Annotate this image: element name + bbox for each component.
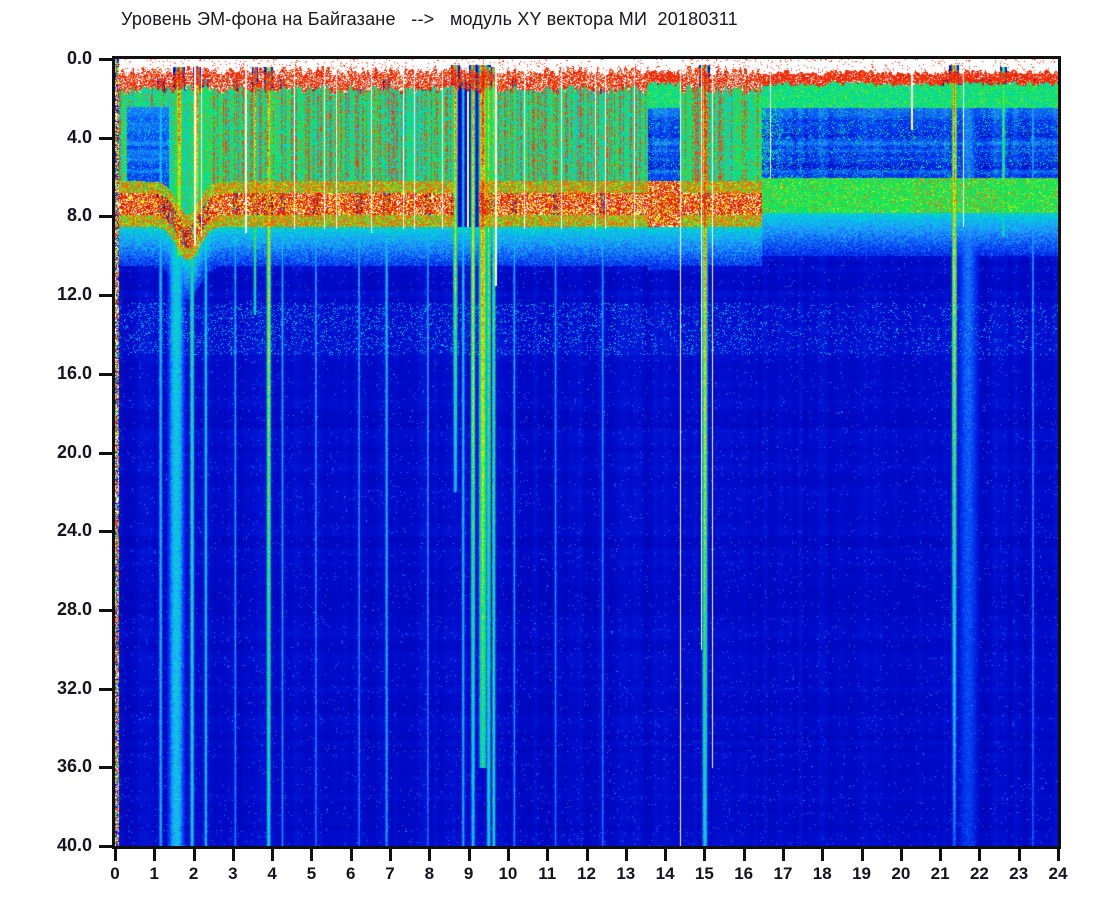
x-axis-tick <box>310 849 314 861</box>
x-axis-tick-label: 23 <box>1009 864 1029 883</box>
y-axis-tick <box>99 58 112 61</box>
x-axis-tick-label: 19 <box>852 864 871 883</box>
x-axis-tick <box>506 849 510 861</box>
x-axis-tick-label: 4 <box>267 864 277 883</box>
x-axis-tick-label: 8 <box>424 864 435 883</box>
x-axis-tick <box>546 849 550 861</box>
y-axis-tick <box>99 215 112 219</box>
x-axis-tick-label: 21 <box>930 864 950 883</box>
x-axis-tick-label: 3 <box>228 864 238 883</box>
x-axis-tick-label: 2 <box>188 864 199 883</box>
x-axis-tick <box>664 849 668 861</box>
y-axis-tick-label: 36.0 <box>56 756 92 777</box>
x-axis-tick <box>467 849 471 861</box>
x-axis-tick-label: 13 <box>616 864 636 883</box>
x-axis-tick <box>1057 849 1060 861</box>
y-axis-tick-label: 28.0 <box>56 598 92 619</box>
y-axis-tick <box>99 608 112 612</box>
x-axis-tick <box>781 849 785 861</box>
x-axis-tick <box>899 849 903 861</box>
x-axis-tick-label: 16 <box>734 864 754 883</box>
x-axis-tick <box>349 849 353 861</box>
x-axis-tick <box>742 849 746 861</box>
y-axis-tick-label: 16.0 <box>56 362 92 383</box>
em-background-spectrogram-page: Уровень ЭМ-фона на Байгазане --> модуль … <box>0 0 1096 900</box>
x-axis-tick-label: 11 <box>538 864 557 883</box>
x-axis-tick-label: 6 <box>346 864 356 883</box>
x-axis-tick <box>153 849 157 861</box>
x-axis-tick <box>939 849 943 861</box>
x-axis-tick-label: 12 <box>577 864 596 883</box>
y-axis-tick <box>99 766 112 770</box>
x-axis-tick <box>389 849 393 861</box>
x-axis-tick-label: 14 <box>655 864 675 883</box>
y-axis-tick <box>99 372 112 376</box>
x-axis-tick-label: 20 <box>891 864 911 883</box>
y-axis-tick-label: 12.0 <box>56 284 92 305</box>
plot-frame <box>112 56 1061 849</box>
x-axis-tick-label: 24 <box>1048 864 1068 883</box>
y-axis-tick <box>99 294 112 298</box>
x-axis-tick <box>821 849 825 861</box>
x-axis-tick <box>114 849 117 861</box>
y-axis-tick-label: 20.0 <box>56 441 92 462</box>
y-axis-tick-label: 40.0 <box>56 835 92 855</box>
x-axis-tick <box>860 849 864 861</box>
x-axis-tick-label: 18 <box>812 864 832 883</box>
x-axis-tick <box>1017 849 1021 861</box>
x-axis-tick <box>271 849 275 861</box>
y-axis-tick <box>99 845 112 848</box>
y-axis-tick-label: 0.0 <box>66 48 92 68</box>
x-axis-tick-label: 1 <box>149 864 160 883</box>
x-axis-tick <box>624 849 628 861</box>
y-axis-tick-label: 8.0 <box>66 205 92 226</box>
y-axis-tick-label: 24.0 <box>56 520 92 541</box>
x-axis-tick <box>703 849 707 861</box>
x-axis-tick-label: 17 <box>773 864 793 883</box>
x-axis-tick <box>585 849 589 861</box>
x-axis-tick-label: 9 <box>463 864 474 883</box>
y-axis-tick-label: 32.0 <box>56 677 92 698</box>
x-axis-tick-label: 15 <box>694 864 714 883</box>
x-axis-tick-label: 0 <box>110 864 120 883</box>
x-axis-tick-label: 7 <box>385 864 395 883</box>
y-axis-tick-label: 4.0 <box>66 126 92 147</box>
y-axis-tick <box>99 530 112 534</box>
x-axis-tick-label: 10 <box>498 864 518 883</box>
y-axis-tick <box>99 136 112 140</box>
x-axis-tick <box>428 849 432 861</box>
y-axis-tick <box>99 451 112 455</box>
x-axis-tick-label: 5 <box>306 864 317 883</box>
chart-title: Уровень ЭМ-фона на Байгазане --> модуль … <box>121 9 738 29</box>
x-axis-tick <box>192 849 196 861</box>
x-axis-tick <box>231 849 235 861</box>
y-axis-tick <box>99 687 112 691</box>
x-axis-tick <box>978 849 982 861</box>
x-axis-tick-label: 22 <box>969 864 989 883</box>
